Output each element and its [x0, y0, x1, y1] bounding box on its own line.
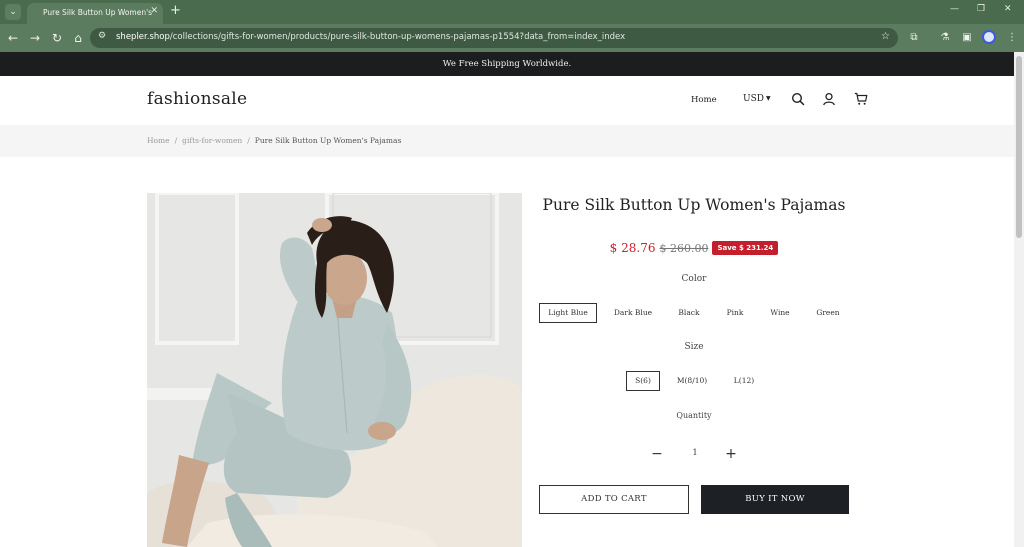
compare-price: $ 260.00 [659, 242, 709, 255]
product-image[interactable] [147, 193, 522, 547]
quantity-value[interactable]: 1 [685, 448, 705, 457]
labs-flask-icon[interactable]: ⚗ [937, 30, 953, 46]
address-bar[interactable]: ⚙ shepler.shop/collections/gifts-for-wom… [90, 28, 898, 48]
model-photo [147, 193, 522, 547]
url-host: shepler.shop [116, 32, 170, 42]
browser-tab-strip: ⌄ Pure Silk Button Up Women's P ✕ + — ❐ … [0, 0, 1024, 24]
new-tab-button[interactable]: + [170, 3, 181, 19]
size-option-s[interactable]: S(6) [626, 371, 660, 391]
breadcrumb-separator: / [247, 136, 250, 145]
color-option-green[interactable]: Green [809, 303, 847, 323]
breadcrumb-home[interactable]: Home [147, 136, 170, 145]
breadcrumb: Home / gifts-for-women / Pure Silk Button Up… [147, 136, 401, 145]
browser-menu-icon[interactable]: ⋮ [1004, 30, 1020, 46]
quantity-minus-icon[interactable]: − [649, 446, 665, 462]
site-info-icon[interactable]: ⚙ [98, 31, 106, 41]
color-option-black[interactable]: Black [671, 303, 707, 323]
home-icon[interactable]: ⌂ [70, 30, 86, 46]
add-to-cart-button[interactable]: ADD TO CART [539, 485, 689, 514]
reload-icon[interactable]: ↻ [49, 30, 65, 46]
color-option-pink[interactable]: Pink [719, 303, 751, 323]
caret-down-icon: ▼ [765, 95, 771, 102]
restore-icon[interactable]: ❐ [977, 4, 985, 14]
forward-icon[interactable]: → [27, 30, 43, 46]
tab-close-icon[interactable]: ✕ [150, 6, 158, 16]
currency-selector[interactable]: USD ▼ [743, 94, 771, 104]
cart-icon[interactable] [854, 92, 868, 106]
breadcrumb-collection[interactable]: gifts-for-women [182, 136, 242, 145]
color-option-dark-blue[interactable]: Dark Blue [607, 303, 659, 323]
sale-price: $ 28.76 [609, 241, 656, 255]
nav-link-home[interactable]: Home [691, 95, 717, 105]
breadcrumb-separator: / [174, 136, 178, 145]
size-option-l[interactable]: L(12) [726, 371, 762, 391]
color-option-wine[interactable]: Wine [763, 303, 797, 323]
product-title: Pure Silk Button Up Women's Pajamas [542, 196, 846, 214]
color-label: Color [681, 274, 707, 284]
tab-search-button[interactable]: ⌄ [5, 4, 21, 20]
bookmark-star-icon[interactable]: ☆ [881, 31, 890, 42]
breadcrumb-current: Pure Silk Button Up Women's Pajamas [254, 136, 402, 145]
url-path: /collections/gifts-for-women/products/pu… [169, 32, 626, 42]
tab-title: Pure Silk Button Up Women's P [43, 8, 153, 17]
account-icon[interactable] [822, 92, 836, 106]
price-row: $ 28.76 $ 260.00 Save $ 231.24 [539, 237, 849, 256]
buy-now-button[interactable]: BUY IT NOW [701, 485, 849, 514]
window-close-icon[interactable]: ✕ [1004, 4, 1012, 14]
announcement-bar: We Free Shipping Worldwide. [0, 52, 1014, 76]
quantity-plus-icon[interactable]: + [723, 446, 739, 462]
size-label: Size [684, 342, 704, 352]
size-option-m[interactable]: M(8/10) [670, 371, 714, 391]
profile-avatar-icon[interactable] [982, 30, 996, 44]
web-page: We Free Shipping Worldwide. fashionsale … [0, 52, 1014, 547]
extensions-icon[interactable]: ⧉ [906, 30, 922, 46]
save-badge: Save $ 231.24 [712, 241, 779, 255]
side-panel-icon[interactable]: ▣ [959, 30, 975, 46]
color-option-light-blue[interactable]: Light Blue [539, 303, 597, 323]
breadcrumb-bar: Home / gifts-for-women / Pure Silk Button Up… [0, 125, 1014, 157]
site-logo[interactable]: fashionsale [147, 89, 247, 109]
scrollbar-thumb[interactable] [1016, 56, 1022, 238]
url-text[interactable]: shepler.shop/collections/gifts-for-women… [116, 32, 625, 42]
page-scrollbar[interactable] [1014, 52, 1024, 547]
quantity-label: Quantity [676, 411, 712, 420]
minimize-icon[interactable]: — [950, 4, 959, 14]
browser-tab-active[interactable]: Pure Silk Button Up Women's P ✕ [27, 3, 163, 24]
browser-toolbar: ← → ↻ ⌂ ⚙ shepler.shop/collections/gifts… [0, 24, 1024, 52]
currency-value: USD [743, 94, 764, 104]
search-icon[interactable] [791, 92, 805, 106]
back-icon[interactable]: ← [5, 30, 21, 46]
